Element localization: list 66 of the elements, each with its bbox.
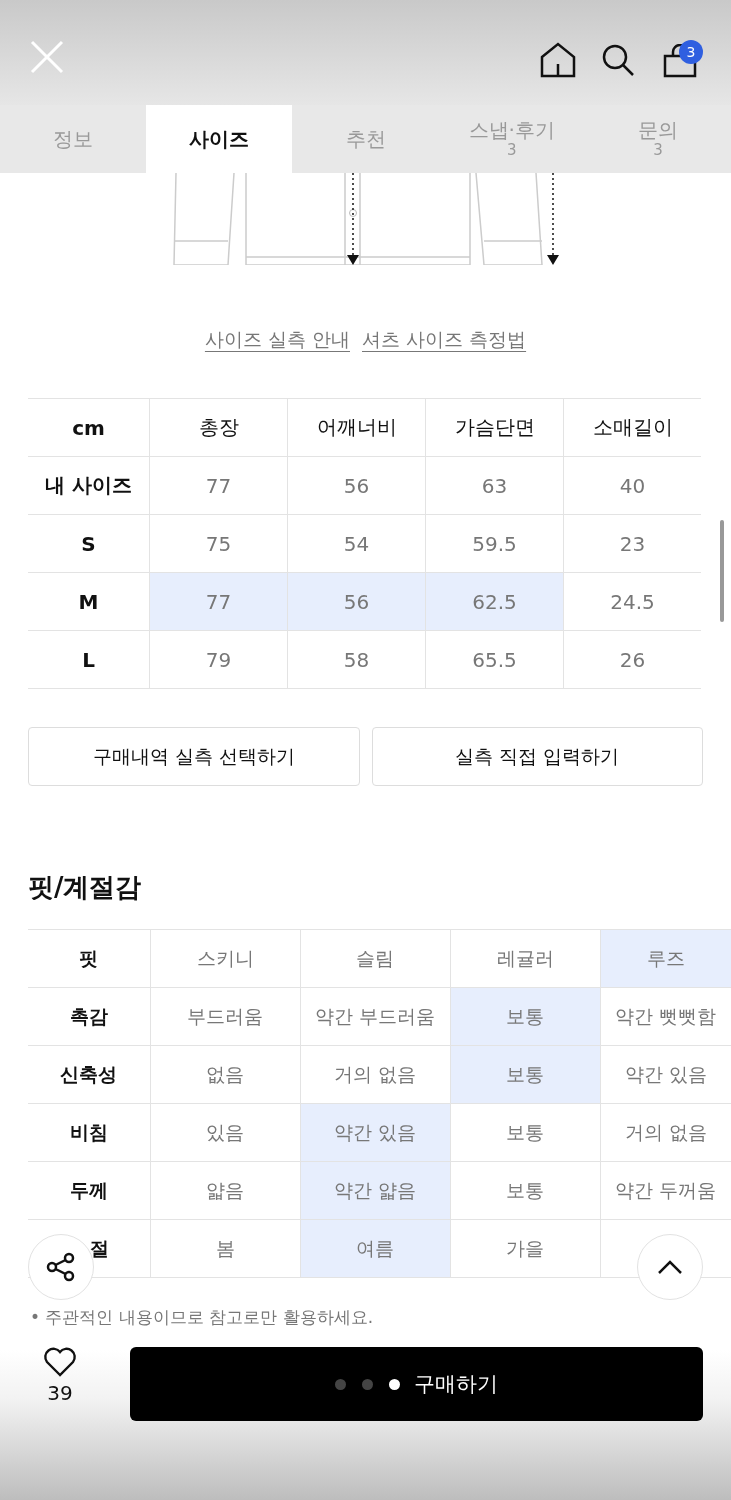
tab[interactable]: 추천 — [292, 105, 439, 173]
column-header: 총장 — [149, 398, 288, 457]
row-header: 핏 — [28, 929, 150, 988]
like-count: 39 — [47, 1381, 73, 1405]
action-button[interactable]: 실측 직접 입력하기 — [371, 727, 703, 786]
option-cell: 보통 — [450, 987, 600, 1046]
row-header: 내 사이즈 — [28, 456, 150, 515]
table-cell: 79 — [149, 630, 288, 689]
tab[interactable]: 문의 3 — [584, 105, 731, 173]
table-cell: 75 — [149, 514, 288, 573]
row-header: M — [28, 572, 150, 631]
option-cell: 루즈 — [600, 929, 731, 988]
option-cell: 보통 — [450, 1161, 600, 1220]
option-cell: 얇음 — [150, 1161, 300, 1220]
row-header: S — [28, 514, 150, 573]
column-header: 소매길이 — [563, 398, 701, 457]
cart-count-badge: 3 — [679, 40, 703, 64]
note-text: • 주관적인 내용이므로 참고로만 활용하세요. — [30, 1306, 375, 1329]
guide-link[interactable]: 사이즈 실측 안내 — [204, 327, 350, 355]
tab[interactable]: 정보 — [0, 105, 147, 173]
buy-label: 구매하기 — [414, 1371, 498, 1398]
row-header: 신축성 — [28, 1045, 150, 1104]
option-cell: 약간 있음 — [300, 1103, 450, 1162]
search-icon[interactable] — [601, 43, 635, 77]
column-header: cm — [28, 398, 150, 457]
buy-button[interactable]: 구매하기 — [130, 1347, 703, 1421]
shopping-bag-icon[interactable] — [663, 44, 697, 78]
option-cell: 약간 부드러움 — [300, 987, 450, 1046]
option-cell: 슬림 — [300, 929, 450, 988]
table-cell: 77 — [149, 456, 288, 515]
tab[interactable]: 사이즈 — [146, 105, 293, 173]
option-cell: 보통 — [450, 1103, 600, 1162]
option-cell: 봄 — [150, 1219, 300, 1278]
row-header: 두께 — [28, 1161, 150, 1220]
section-title: 핏/계절감 — [28, 871, 143, 904]
option-cell: 없음 — [150, 1045, 300, 1104]
table-cell: 56 — [287, 572, 426, 631]
table-cell: 63 — [425, 456, 564, 515]
table-cell: 58 — [287, 630, 426, 689]
option-cell: 스키니 — [150, 929, 300, 988]
option-cell: 있음 — [150, 1103, 300, 1162]
table-cell: 62.5 — [425, 572, 564, 631]
option-cell: 부드러움 — [150, 987, 300, 1046]
option-cell: 여름 — [300, 1219, 450, 1278]
column-header: 가슴단면 — [425, 398, 564, 457]
home-icon[interactable] — [540, 42, 576, 78]
table-cell: 77 — [149, 572, 288, 631]
option-cell: 가을 — [450, 1219, 600, 1278]
option-cell: 거의 없음 — [300, 1045, 450, 1104]
table-cell: 56 — [287, 456, 426, 515]
tab[interactable]: 스냅·후기 3 — [438, 105, 585, 173]
column-header: 어깨너비 — [287, 398, 426, 457]
option-cell: 약간 얇음 — [300, 1161, 450, 1220]
row-header: L — [28, 630, 150, 689]
heart-icon[interactable] — [43, 1347, 77, 1377]
row-header: 촉감 — [28, 987, 150, 1046]
guide-link[interactable]: 셔츠 사이즈 측정법 — [362, 327, 527, 355]
option-cell: 보통 — [450, 1045, 600, 1104]
option-cell: 레귤러 — [450, 929, 600, 988]
table-cell: 59.5 — [425, 514, 564, 573]
chevron-up-icon — [657, 1259, 683, 1275]
action-button[interactable]: 구매내역 실측 선택하기 — [28, 727, 360, 786]
table-cell: 65.5 — [425, 630, 564, 689]
share-icon — [45, 1251, 77, 1283]
row-header: 비침 — [28, 1103, 150, 1162]
table-cell: 54 — [287, 514, 426, 573]
